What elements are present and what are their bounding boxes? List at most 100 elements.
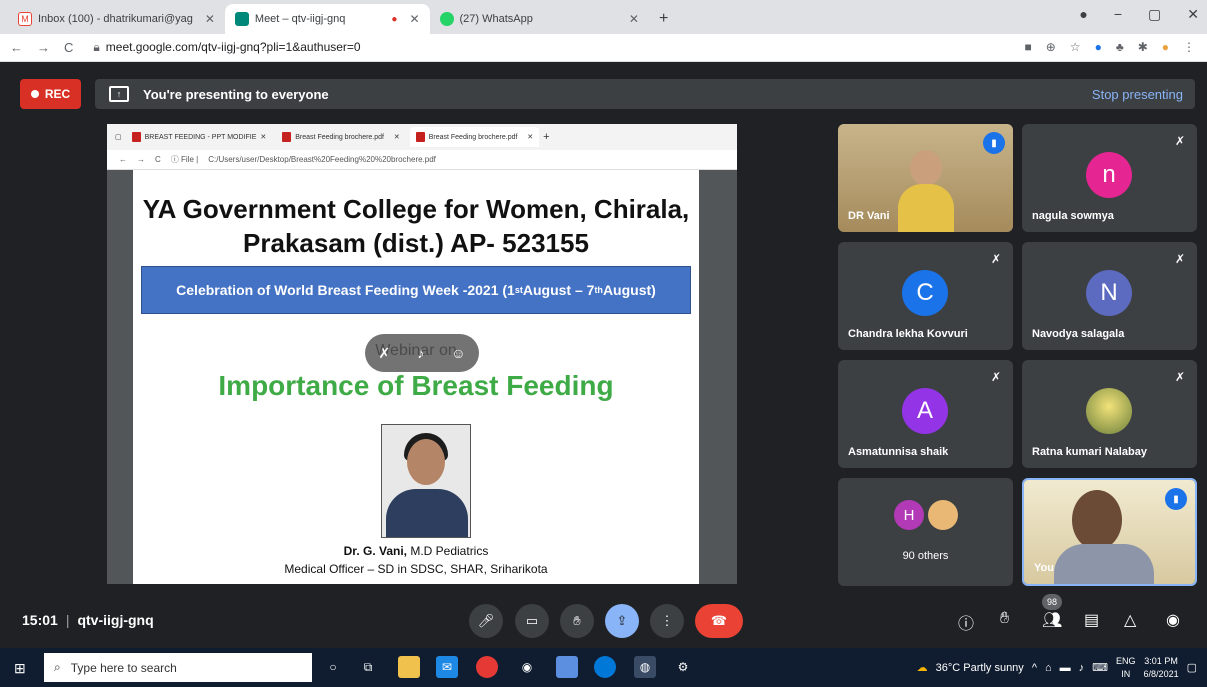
participant-count-badge: 98 <box>1042 594 1062 610</box>
star-icon[interactable]: ☆ <box>1070 40 1081 54</box>
chrome-icon[interactable]: ◍ <box>634 656 656 678</box>
new-tab-button[interactable]: + <box>649 4 678 34</box>
cortana-icon[interactable]: ○ <box>322 656 344 678</box>
network-icon[interactable]: ⌂ <box>1045 662 1052 674</box>
more-options-button[interactable]: ⋮ <box>650 604 684 638</box>
others-count: 90 others <box>902 550 949 562</box>
tab-gmail[interactable]: M Inbox (100) - dhatrikumari@yag ✕ <box>8 4 225 34</box>
profile-icon[interactable]: ● <box>1079 6 1087 23</box>
shared-address-bar: ← → C ⓘ File | C:/Users/user/Desktop/Bre… <box>107 150 737 170</box>
more-icon[interactable]: ☺ <box>451 345 465 361</box>
speaker-off-icon[interactable]: ♪ <box>417 345 424 361</box>
speaker-photo <box>381 424 471 538</box>
camera-button[interactable]: ▭ <box>515 604 549 638</box>
mic-off-icon[interactable]: ✗ <box>378 345 390 362</box>
file-explorer-icon[interactable] <box>398 656 420 678</box>
zoom-icon[interactable]: ⊕ <box>1046 40 1056 54</box>
mic-button[interactable]: 🎤︎ <box>469 604 503 638</box>
people-icon[interactable]: 👥︎ <box>1042 610 1062 630</box>
app-icon[interactable] <box>556 656 578 678</box>
search-icon: ⌕ <box>54 660 61 674</box>
close-tab-icon[interactable]: ✕ <box>205 12 215 26</box>
participant-tile[interactable]: ▮ DR Vani <box>838 124 1013 232</box>
tray-overflow-icon[interactable]: ^ <box>1032 662 1037 674</box>
pdf-icon <box>415 132 425 142</box>
shared-tab-label: Breast Feeding brochere.pdf <box>428 133 518 141</box>
clock[interactable]: 3:01 PM 6/8/2021 <box>1144 655 1179 681</box>
participant-tile[interactable]: n ✗ nagula sowmya <box>1022 124 1197 232</box>
forward-icon[interactable]: → <box>37 40 50 55</box>
browser-tab-strip: M Inbox (100) - dhatrikumari@yag ✕ Meet … <box>0 0 1207 34</box>
close-tab-icon[interactable]: ✕ <box>629 12 639 26</box>
mic-off-icon: ✗ <box>990 252 1001 266</box>
keyboard-icon[interactable]: ⌨ <box>1092 661 1108 674</box>
menu-icon[interactable]: ⋮ <box>1183 40 1195 54</box>
avatar[interactable]: ● <box>1162 40 1169 54</box>
avatar-image <box>1086 388 1132 434</box>
app-icon[interactable]: ◉ <box>516 656 538 678</box>
maximize-icon[interactable]: ▢ <box>1148 6 1161 23</box>
back-icon[interactable]: ← <box>10 40 23 55</box>
others-tile[interactable]: H 90 others <box>838 478 1013 586</box>
search-placeholder: Type here to search <box>70 660 177 675</box>
chat-icon[interactable]: ▤ <box>1084 610 1099 630</box>
address-bar[interactable]: 🔒︎ meet.google.com/qtv-iigj-gnq?pli=1&aut… <box>93 40 360 55</box>
extension-icon[interactable]: ● <box>1095 40 1102 54</box>
participant-tile[interactable]: ✗ Ratna kumari Nalabay <box>1022 360 1197 468</box>
mail-icon[interactable]: ✉ <box>436 656 458 678</box>
participant-tile[interactable]: N ✗ Navodya salagala <box>1022 242 1197 350</box>
chrome-icon[interactable] <box>476 656 498 678</box>
rec-label: REC <box>44 87 71 101</box>
weather-text[interactable]: 36°C Partly sunny <box>936 662 1024 674</box>
participant-name: Chandra lekha Kovvuri <box>848 328 968 340</box>
presenting-text: You're presenting to everyone <box>143 86 329 102</box>
reload-icon[interactable]: C <box>64 40 73 55</box>
extension-icon[interactable]: ♣ <box>1116 40 1124 54</box>
close-window-icon[interactable]: ✕ <box>1187 6 1199 23</box>
settings-gear-icon[interactable]: ⚙ <box>672 656 694 678</box>
tab-meet[interactable]: Meet – qtv-iigj-gnq ● ✕ <box>224 4 430 34</box>
host-controls-icon[interactable]: ✋︎ <box>1000 610 1009 628</box>
participant-tile[interactable]: C ✗ Chandra lekha Kovvuri <box>838 242 1013 350</box>
meeting-time: 15:01 <box>22 612 58 628</box>
meet-control-bar: 15:01 | qtv-iigj-gnq 🎤︎ ▭ ✋︎ ⇪ ⋮ ☎︎ ⓘ ✋︎ 9… <box>0 594 1207 648</box>
shared-browser-tabs: ▢ BREAST FEEDING - PPT MODIFIE ✕ Breast … <box>107 124 737 150</box>
notification-icon[interactable]: ▢ <box>1187 661 1197 674</box>
banner-text: August) <box>602 282 656 298</box>
info-icon[interactable]: ⓘ <box>958 610 974 634</box>
volume-icon[interactable]: ♪ <box>1079 662 1085 674</box>
close-tab-icon[interactable]: ✕ <box>409 12 419 26</box>
task-view-icon[interactable]: ⧉ <box>357 656 379 678</box>
participant-name: Navodya salagala <box>1032 328 1125 340</box>
tab-whatsapp[interactable]: (27) WhatsApp ✕ <box>430 4 649 34</box>
raise-hand-button[interactable]: ✋︎ <box>560 604 594 638</box>
webinar-topic: Importance of Breast Feeding <box>218 370 614 401</box>
stop-presenting-button[interactable]: Stop presenting <box>1092 87 1183 102</box>
avatar: n <box>1086 152 1132 198</box>
end-call-button[interactable]: ☎︎ <box>695 604 743 638</box>
present-screen-icon: ↑ <box>109 86 129 102</box>
activities-icon[interactable]: △ <box>1124 610 1136 630</box>
minimize-icon[interactable]: − <box>1114 6 1122 23</box>
avatar: C <box>902 270 948 316</box>
self-tile[interactable]: ▮ You <box>1022 478 1197 586</box>
phone-hangup-icon: ☎︎ <box>710 613 728 628</box>
taskbar-search[interactable]: ⌕ Type here to search <box>44 653 312 682</box>
mic-off-icon: ✗ <box>1174 370 1185 384</box>
shield-icon[interactable]: ◉ <box>1166 610 1180 630</box>
edge-icon[interactable] <box>594 656 616 678</box>
shared-tab: BREAST FEEDING - PPT MODIFIE ✕ <box>126 127 273 147</box>
language-indicator[interactable]: ENG IN <box>1116 655 1136 681</box>
photo-body <box>386 489 468 537</box>
celebration-banner: Celebration of World Breast Feeding Week… <box>141 266 691 314</box>
participant-tile[interactable]: A ✗ Asmatunnisa shaik <box>838 360 1013 468</box>
windows-start-icon[interactable]: ⊞ <box>14 660 26 677</box>
present-button[interactable]: ⇪ <box>605 604 639 638</box>
battery-icon[interactable]: ▬ <box>1060 662 1071 674</box>
camera-icon[interactable]: ■ <box>1024 40 1031 54</box>
speaking-indicator-icon: ▮ <box>983 132 1005 154</box>
mic-off-icon: ✗ <box>990 370 1001 384</box>
puzzle-icon[interactable]: ✱ <box>1138 40 1148 54</box>
tab-label: Inbox (100) - dhatrikumari@yag <box>38 13 193 25</box>
college-title: YA Government College for Women, Chirala… <box>133 192 699 260</box>
